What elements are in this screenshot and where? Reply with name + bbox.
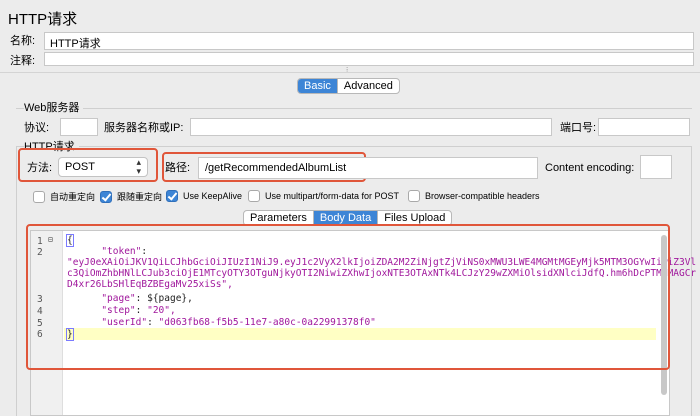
option-keepalive[interactable]: Use KeepAlive	[166, 190, 242, 202]
port-input[interactable]	[598, 118, 690, 136]
path-label: 路径:	[165, 162, 191, 174]
server-input[interactable]	[190, 118, 552, 136]
name-value: HTTP请求	[50, 38, 101, 50]
name-label: 名称:	[10, 35, 36, 47]
port-label: 端口号:	[560, 122, 597, 134]
option-label: Use KeepAlive	[183, 191, 243, 201]
comment-label: 注释:	[10, 55, 36, 67]
checkbox-checked[interactable]	[100, 190, 112, 203]
protocol-label: 协议:	[24, 122, 50, 134]
checkbox[interactable]	[248, 190, 260, 202]
tab-basic[interactable]: Basic	[298, 79, 337, 93]
panel-title: HTTP请求	[8, 11, 78, 28]
tab-files-upload[interactable]: Files Upload	[377, 211, 451, 225]
tab-parameters[interactable]: Parameters	[244, 211, 313, 225]
option-label: 跟随重定向	[117, 192, 163, 202]
option-label: 自动重定向	[50, 192, 96, 202]
option-multipart[interactable]: Use multipart/form-data for POST	[248, 190, 399, 202]
server-label: 服务器名称或IP:	[104, 122, 184, 134]
splitter	[0, 72, 700, 73]
checkbox[interactable]	[408, 190, 420, 202]
method-value: POST	[65, 161, 95, 173]
encoding-label: Content encoding:	[545, 162, 635, 174]
tab-advanced[interactable]: Advanced	[336, 79, 399, 93]
option-browser-headers[interactable]: Browser-compatible headers	[408, 190, 540, 202]
method-label: 方法:	[27, 162, 53, 174]
method-select[interactable]: POST ▴ ▾	[58, 157, 148, 177]
checkbox-checked[interactable]	[166, 190, 178, 202]
select-arrows-icon: ▴ ▾	[136, 157, 141, 176]
tab-body-data[interactable]: Body Data	[312, 211, 378, 225]
option-label: Browser-compatible headers	[425, 191, 540, 201]
checkbox[interactable]	[33, 190, 45, 203]
encoding-input[interactable]	[640, 155, 672, 179]
name-field[interactable]: HTTP请求	[44, 32, 694, 50]
option-label: Use multipart/form-data for POST	[265, 191, 400, 201]
comment-field[interactable]	[44, 52, 694, 66]
option-follow-redirect[interactable]: 跟随重定向	[100, 190, 162, 203]
option-auto-redirect[interactable]: 自动重定向	[33, 190, 95, 203]
protocol-input[interactable]	[60, 118, 98, 136]
path-value: /getRecommendedAlbumList	[205, 162, 347, 174]
web-server-legend: Web服务器	[24, 101, 84, 115]
body-data-highlight	[26, 224, 670, 370]
basic-advanced-tabs: Basic Advanced	[297, 78, 400, 94]
path-input[interactable]: /getRecommendedAlbumList	[198, 157, 538, 179]
